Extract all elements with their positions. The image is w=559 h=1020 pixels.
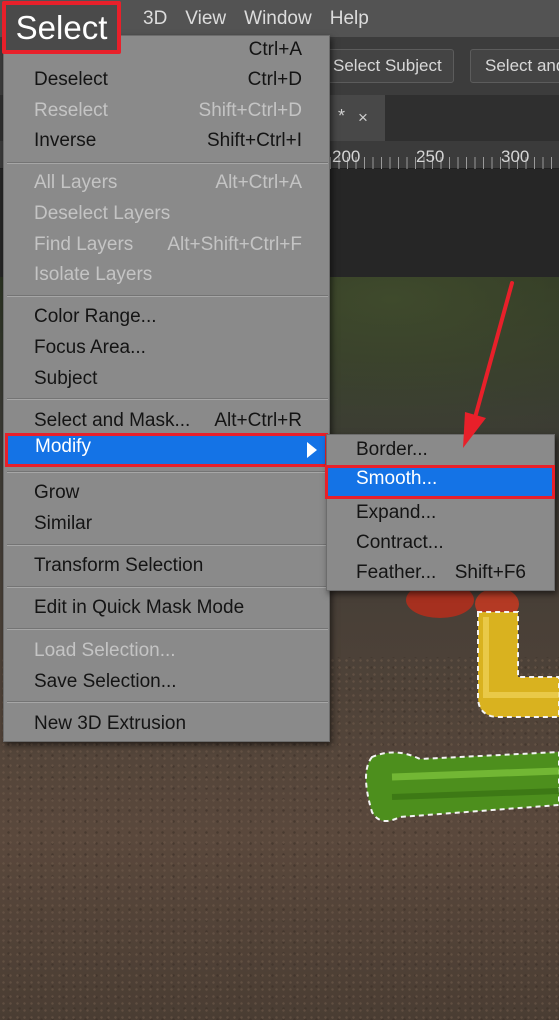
menu-item-label: Deselect bbox=[34, 69, 108, 90]
menu-item-inverse[interactable]: Inverse Shift+Ctrl+I bbox=[4, 127, 329, 157]
menu-item-grow[interactable]: Grow bbox=[4, 479, 329, 509]
submenu-item-feather[interactable]: Feather... Shift+F6 bbox=[327, 559, 554, 589]
menu-item-find-layers: Find Layers Alt+Shift+Ctrl+F bbox=[4, 231, 329, 261]
menu-item-label: Focus Area... bbox=[34, 337, 146, 358]
menu-item-modify[interactable]: Modify bbox=[5, 433, 328, 467]
menu-item-save-selection[interactable]: Save Selection... bbox=[4, 668, 329, 698]
menu-item-label: Reselect bbox=[34, 100, 108, 121]
menu-item-color-range[interactable]: Color Range... bbox=[4, 303, 329, 333]
submenu-arrow-icon bbox=[307, 442, 317, 458]
menu-bar-items: 3D View Window Help bbox=[134, 0, 378, 37]
ruler-label: 200 bbox=[332, 147, 361, 166]
menu-bar: Select 3D View Window Help bbox=[0, 0, 559, 54]
select-menu: Ctrl+A Deselect Ctrl+D Reselect Shift+Ct… bbox=[3, 35, 330, 742]
menu-item-label: Find Layers bbox=[34, 234, 134, 255]
menu-item-label: Similar bbox=[34, 513, 93, 534]
menu-item-focus-area[interactable]: Focus Area... bbox=[4, 334, 329, 364]
submenu-item-label: Feather... bbox=[356, 562, 437, 583]
menu-item-label: Edit in Quick Mask Mode bbox=[34, 597, 245, 618]
menu-item-label: Transform Selection bbox=[34, 555, 204, 576]
submenu-item-smooth[interactable]: Smooth... bbox=[325, 465, 555, 499]
menu-item-isolate-layers: Isolate Layers bbox=[4, 261, 329, 291]
menu-divider bbox=[7, 544, 328, 546]
menu-3d[interactable]: 3D bbox=[134, 0, 176, 37]
shortcut-label: Alt+Ctrl+R bbox=[214, 410, 302, 431]
menu-divider bbox=[7, 701, 328, 703]
menu-divider bbox=[7, 162, 328, 164]
shortcut-label: Shift+Ctrl+I bbox=[206, 130, 302, 151]
submenu-item-label: Contract... bbox=[356, 532, 444, 553]
menu-item-similar[interactable]: Similar bbox=[4, 510, 329, 540]
close-icon[interactable]: × bbox=[358, 108, 368, 128]
submenu-item-label: Expand... bbox=[356, 502, 437, 523]
menu-item-label: Save Selection... bbox=[34, 671, 177, 692]
menu-select[interactable]: Select bbox=[2, 1, 121, 54]
menu-help[interactable]: Help bbox=[321, 0, 378, 37]
menu-item-label: New 3D Extrusion bbox=[34, 713, 187, 734]
menu-item-quick-mask[interactable]: Edit in Quick Mask Mode bbox=[4, 594, 329, 624]
yellow-limb bbox=[477, 611, 559, 718]
menu-divider bbox=[7, 471, 328, 473]
menu-item-label: Deselect Layers bbox=[34, 203, 171, 224]
menu-window[interactable]: Window bbox=[235, 0, 321, 37]
select-and-mask-button[interactable]: Select and Mask... bbox=[470, 49, 559, 83]
menu-item-label: Modify bbox=[35, 436, 91, 457]
shortcut-label: Shift+Ctrl+D bbox=[198, 100, 302, 121]
menu-item-transform-selection[interactable]: Transform Selection bbox=[4, 552, 329, 582]
menu-item-label: Inverse bbox=[34, 130, 97, 151]
submenu-item-label: Border... bbox=[356, 439, 428, 460]
menu-item-deselect[interactable]: Deselect Ctrl+D bbox=[4, 66, 329, 96]
menu-item-label: Subject bbox=[34, 368, 98, 389]
menu-divider bbox=[7, 628, 328, 630]
menu-item-label: Select and Mask... bbox=[34, 410, 191, 431]
menu-item-new-3d-extrusion[interactable]: New 3D Extrusion bbox=[4, 710, 329, 740]
menu-view[interactable]: View bbox=[176, 0, 235, 37]
menu-item-label: All Layers bbox=[34, 172, 118, 193]
menu-item-subject[interactable]: Subject bbox=[4, 365, 329, 395]
select-subject-button[interactable]: Select Subject bbox=[318, 49, 454, 83]
menu-divider bbox=[7, 586, 328, 588]
menu-item-label: Isolate Layers bbox=[34, 264, 153, 285]
shortcut-label: Ctrl+D bbox=[247, 69, 302, 90]
menu-item-deselect-layers: Deselect Layers bbox=[4, 200, 329, 230]
modify-submenu: Border... Smooth... Expand... Contract..… bbox=[325, 434, 555, 591]
menu-item-all-layers: All Layers Alt+Ctrl+A bbox=[4, 169, 329, 199]
menu-item-label: Color Range... bbox=[34, 306, 157, 327]
submenu-item-border[interactable]: Border... bbox=[327, 436, 554, 466]
shortcut-label: Alt+Ctrl+A bbox=[215, 172, 302, 193]
menu-item-load-selection: Load Selection... bbox=[4, 637, 329, 667]
ruler-label: 250 bbox=[416, 147, 445, 166]
modified-marker: * bbox=[338, 106, 346, 126]
submenu-item-contract[interactable]: Contract... bbox=[327, 529, 554, 559]
menu-divider bbox=[7, 295, 328, 297]
ruler-label: 300 bbox=[501, 147, 530, 166]
menu-item-label: Grow bbox=[34, 482, 80, 503]
menu-divider bbox=[7, 398, 328, 400]
submenu-item-label: Smooth... bbox=[356, 468, 438, 489]
menu-item-label: Load Selection... bbox=[34, 640, 176, 661]
shortcut-label: Alt+Shift+Ctrl+F bbox=[167, 234, 302, 255]
document-tab[interactable] bbox=[325, 95, 385, 141]
shortcut-label: Shift+F6 bbox=[454, 562, 526, 583]
green-limb bbox=[365, 750, 559, 822]
submenu-item-expand[interactable]: Expand... bbox=[327, 499, 554, 529]
shortcut-label: Ctrl+A bbox=[248, 39, 302, 60]
menu-item-reselect: Reselect Shift+Ctrl+D bbox=[4, 97, 329, 127]
